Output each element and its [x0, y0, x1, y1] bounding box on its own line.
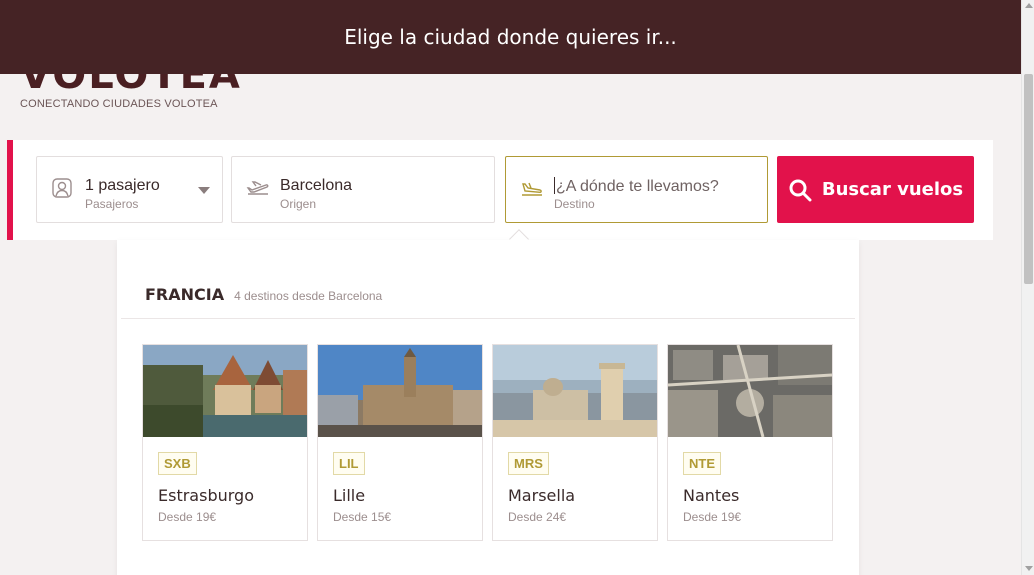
origin-label: Origen — [280, 197, 317, 211]
scroll-down-arrow-icon[interactable] — [1025, 566, 1033, 571]
airport-code: NTE — [683, 452, 721, 475]
logo-tagline: CONECTANDO CIUDADES VOLOTEA — [20, 98, 218, 110]
plane-takeoff-icon — [246, 177, 270, 201]
destination-label: Destino — [554, 197, 595, 211]
price-from: Desde 19€ — [683, 510, 742, 524]
origin-value: Barcelona — [280, 177, 353, 194]
airport-code: SXB — [158, 452, 197, 475]
origin-field[interactable]: Barcelona Origen — [231, 156, 495, 223]
city-name: Lille — [333, 486, 366, 505]
scrollbar[interactable] — [1021, 0, 1034, 575]
region-title: FRANCIA — [145, 285, 225, 304]
instruction-bar: Elige la ciudad donde quieres ir... — [0, 0, 1021, 74]
divider — [121, 318, 855, 319]
destination-photo — [143, 345, 307, 437]
region-header: FRANCIA 4 destinos desde Barcelona — [145, 285, 382, 304]
destinations-dropdown: FRANCIA 4 destinos desde Barcelona SXB E… — [117, 229, 859, 575]
search-flights-button[interactable]: Buscar vuelos — [777, 156, 974, 223]
text-cursor — [554, 177, 555, 194]
airport-code: MRS — [508, 452, 549, 475]
destination-card-lille[interactable]: LIL Lille Desde 15€ — [317, 344, 483, 541]
destination-field[interactable]: ¿A dónde te llevamos? Destino — [505, 156, 768, 223]
search-flights-label: Buscar vuelos — [821, 179, 964, 200]
airport-code: LIL — [333, 452, 365, 475]
passengers-selector[interactable]: 1 pasajero Pasajeros — [36, 156, 223, 223]
city-name: Estrasburgo — [158, 486, 254, 505]
search-icon — [789, 179, 812, 201]
price-from: Desde 15€ — [333, 510, 392, 524]
search-panel: 1 pasajero Pasajeros Barcelona Origen ¿A… — [7, 140, 993, 240]
destination-cards: SXB Estrasburgo Desde 19€ LIL Lille Desd… — [142, 344, 833, 541]
destination-photo — [493, 345, 657, 437]
region-subtitle: 4 destinos desde Barcelona — [234, 289, 383, 303]
person-icon — [51, 177, 75, 201]
destination-card-strasbourg[interactable]: SXB Estrasburgo Desde 19€ — [142, 344, 308, 541]
destination-photo — [668, 345, 832, 437]
passengers-label: Pasajeros — [85, 197, 139, 211]
scroll-thumb[interactable] — [1024, 74, 1033, 284]
destination-photo — [318, 345, 482, 437]
price-from: Desde 19€ — [158, 510, 217, 524]
passengers-value: 1 pasajero — [85, 177, 160, 194]
plane-landing-icon — [520, 177, 544, 201]
city-name: Nantes — [683, 486, 740, 505]
destination-placeholder: ¿A dónde te llevamos? — [556, 178, 719, 195]
chevron-down-icon[interactable] — [198, 187, 210, 194]
destination-input[interactable]: ¿A dónde te llevamos? — [554, 177, 719, 196]
price-from: Desde 24€ — [508, 510, 567, 524]
scroll-up-arrow-icon[interactable] — [1025, 3, 1033, 8]
destination-card-marseille[interactable]: MRS Marsella Desde 24€ — [492, 344, 658, 541]
instruction-text: Elige la ciudad donde quieres ir... — [344, 25, 677, 49]
city-name: Marsella — [508, 486, 576, 505]
destination-card-nantes[interactable]: NTE Nantes Desde 19€ — [667, 344, 833, 541]
